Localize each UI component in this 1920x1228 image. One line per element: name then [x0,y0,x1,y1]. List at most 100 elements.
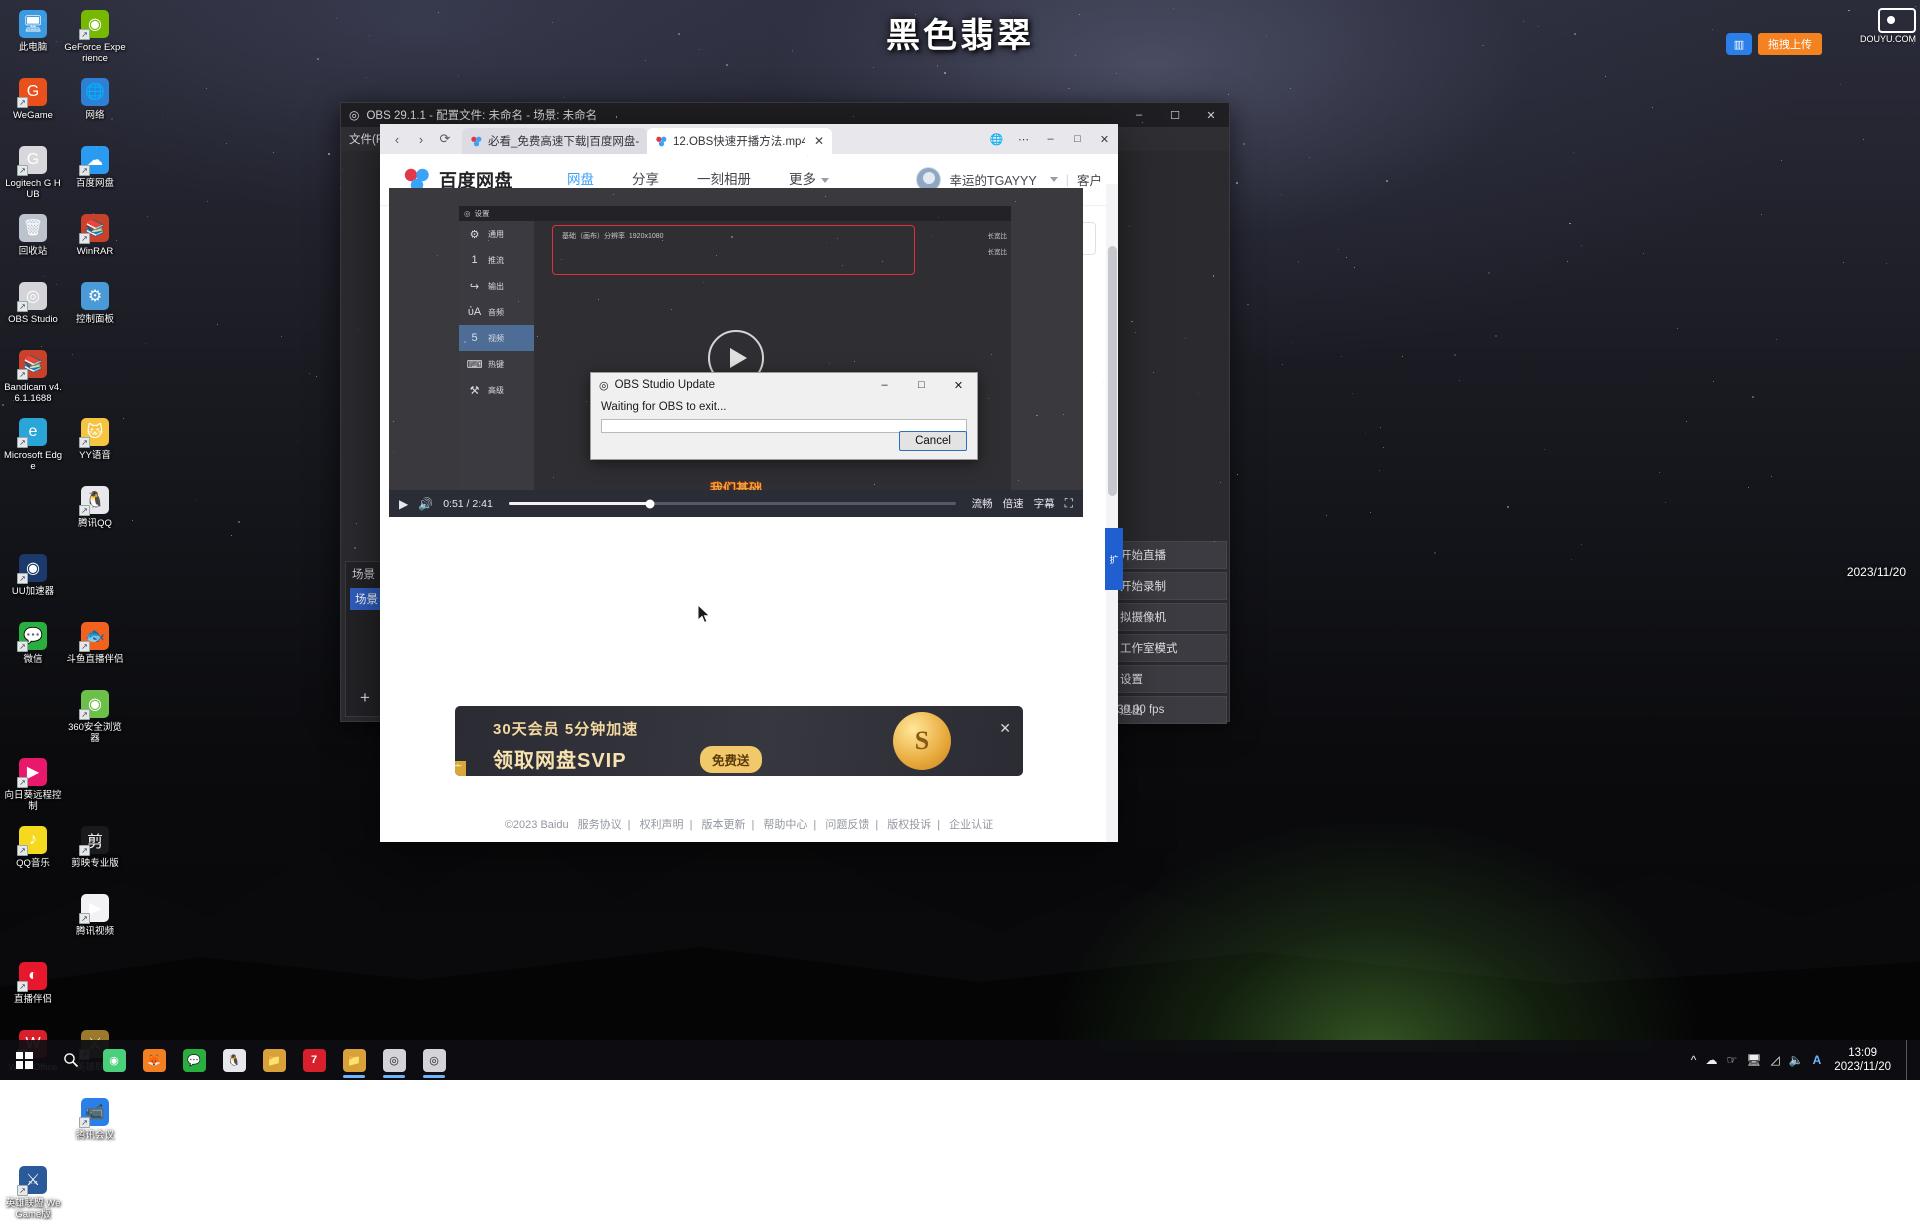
video-player[interactable]: ◎ 设置 ⚙通用὎1推流↪输出ὐA音频὚5视频⌨热键⚒高级 基础（画布）分辨率 … [389,188,1083,515]
footer-link-3[interactable]: 帮助中心 [763,819,807,831]
desktop-icon-tencent-qq-icon[interactable]: 🐧腾讯QQ [64,480,126,548]
obs-update-minimize-button[interactable]: – [866,373,903,397]
obs-update-window-controls[interactable]: – □ ✕ [866,373,977,397]
taskbar-folder-icon[interactable]: 📁 [254,1040,294,1080]
ad-close-icon[interactable]: ✕ [999,720,1011,737]
fullscreen-icon[interactable]: ⛶ [1065,496,1073,511]
desktop-icon-360-browser-icon[interactable]: ◉360安全浏览器 [64,684,126,752]
page-scrollbar[interactable] [1106,184,1118,842]
browser-tab-2-close-icon[interactable]: ✕ [814,134,824,148]
desktop-icon-tencent-video-icon[interactable]: ▶腾讯视频 [64,888,126,956]
play-icon[interactable]: ▶ [399,497,408,511]
footer-link-1[interactable]: 权利声明 [640,819,684,831]
ime-a-icon[interactable]: A [1813,1053,1822,1067]
obs-add-scene-button[interactable]: + [360,688,370,708]
video-progress-knob[interactable] [645,499,654,508]
screen-icon[interactable]: 🖥 [1746,1053,1761,1067]
globe-icon[interactable]: 🌐 [983,124,1010,154]
desktop-icon-bandicam-icon[interactable]: 📚Bandicam v4.6.1.1688 [2,344,64,412]
obs-button-0[interactable]: 开始直播 [1111,541,1227,569]
footer-link-6[interactable]: 企业认证 [949,819,993,831]
page-scrollbar-thumb[interactable] [1108,246,1117,496]
browser-nav-buttons[interactable]: ‹ › ⟳ [386,124,462,154]
desktop-icon-microsoft-edge-icon[interactable]: eMicrosoft Edge [2,412,64,480]
obs-controls-panel[interactable]: 开始直播开始录制拟摄像机工作室模式设置退出 [1109,541,1229,721]
video-player-controls[interactable]: ▶ 🔊 0:51 / 2:41 流畅 倍速 字幕 ⛶ [389,490,1083,517]
desktop-background[interactable]: 🖥此电脑◉GeForce ExperienceGWeGame🌐网络GLogite… [0,0,1920,1080]
taskbar-qq-icon[interactable]: 🐧 [214,1040,254,1080]
windows-start-icon[interactable] [0,1040,48,1080]
chevron-up-icon[interactable]: ^ [1691,1053,1697,1067]
video-subtitle-button[interactable]: 字幕 [1034,496,1055,511]
desktop-icon-lol-wegame-icon[interactable]: ⚔英雄联盟 WeGame版 [2,1160,64,1228]
browser-tab-1[interactable]: 必看_免费高速下载|百度网盘-分享 [462,128,647,154]
obs-update-maximize-button[interactable]: □ [903,373,940,397]
obs-update-cancel-button[interactable]: Cancel [899,431,967,451]
taskbar-chrome-icon[interactable]: ◉ [94,1040,134,1080]
baidu-svip-ad-banner[interactable]: 30天会员 5分钟加速 领取网盘SVIP 免费送 S ✕ 广 [455,706,1023,776]
desktop-icon-sunflower-remote-icon[interactable]: ▶向日葵远程控制 [2,752,64,820]
obs-update-dialog[interactable]: ◎ OBS Studio Update – □ ✕ Waiting for OB… [590,372,978,460]
search-icon[interactable] [48,1040,94,1080]
desktop-icon-wechat-icon[interactable]: 💬微信 [2,616,64,684]
reload-button[interactable]: ⟳ [434,127,456,151]
browser-maximize-button[interactable]: □ [1064,124,1091,154]
network-icon[interactable]: ◿ [1770,1053,1779,1067]
obs-side-tab[interactable]: 扩 [1105,528,1123,590]
desktop-icon-recycle-bin-icon[interactable]: 🗑回收站 [2,208,64,276]
footer-link-5[interactable]: 版权投诉 [887,819,931,831]
footer-link-0[interactable]: 服务协议 [578,819,622,831]
desktop-icon-yy-voice-icon[interactable]: 🐱YY语音 [64,412,126,480]
onedrive-icon[interactable]: ☁ [1705,1053,1717,1067]
baidu-service-link[interactable]: 客户 [1077,170,1102,189]
taskbar-file-explorer-icon[interactable]: 📁 [334,1040,374,1080]
volume-icon[interactable]: 🔈 [1789,1053,1804,1067]
taskbar-apps[interactable]: ◉🦊💬🐧📁7📁◎◎ [94,1040,454,1080]
obs-button-3[interactable]: 工作室模式 [1111,634,1227,662]
taskbar-firefox-icon[interactable]: 🦊 [134,1040,174,1080]
video-speed-button[interactable]: 倍速 [1003,496,1024,511]
taskbar-obs-icon[interactable]: ◎ [374,1040,414,1080]
obs-update-close-button[interactable]: ✕ [940,373,977,397]
footer-link-2[interactable]: 版本更新 [701,819,745,831]
back-button[interactable]: ‹ [386,127,408,151]
browser-minimize-button[interactable]: – [1037,124,1064,154]
obs-button-1[interactable]: 开始录制 [1111,572,1227,600]
usb-icon[interactable]: ☞ [1726,1053,1737,1067]
desktop-icon-douyu-companion-icon[interactable]: 🐟斗鱼直播伴侣 [64,616,126,684]
desktop-icon-uu-accelerator-icon[interactable]: ◉UU加速器 [2,548,64,616]
browser-close-button[interactable]: ✕ [1091,124,1118,154]
show-desktop-button[interactable] [1906,1040,1912,1080]
obs-update-titlebar[interactable]: ◎ OBS Studio Update – □ ✕ [591,373,977,397]
obs-close-button[interactable]: ✕ [1193,103,1229,127]
forward-button[interactable]: › [410,127,432,151]
obs-menu-file[interactable]: 文件(F [349,131,383,147]
browser-window-controls[interactable]: 🌐 ⋯ – □ ✕ [983,124,1118,154]
video-quality-button[interactable]: 流畅 [972,496,993,511]
desktop-icon-jianying-pro-icon[interactable]: 剪剪映专业版 [64,820,126,888]
ad-free-button[interactable]: 免费送 [700,746,762,773]
more-icon[interactable]: ⋯ [1010,124,1037,154]
desktop-icon-winrar-icon[interactable]: 📚WinRAR [64,208,126,276]
taskbar-obs-second-icon[interactable]: ◎ [414,1040,454,1080]
desktop-icon-live-companion-icon[interactable]: ◐直播伴侣 [2,956,64,1024]
browser-tab-2[interactable]: 12.OBS快速开播方法.mp4_免 ✕ [647,128,832,154]
baidu-username[interactable]: 幸运的TGAYYY [949,170,1036,189]
desktop-icon-qq-music-icon[interactable]: ♪QQ音乐 [2,820,64,888]
obs-maximize-button[interactable]: ☐ [1157,103,1193,127]
windows-taskbar[interactable]: ◉🦊💬🐧📁7📁◎◎ ^ ☁ ☞ 🖥 ◿ 🔈 A 13:09 2023/11/20 [0,1040,1920,1080]
browser-tabstrip[interactable]: ‹ › ⟳ 必看_免费高速下载|百度网盘-分享 12.OBS快速开播方法.mp4… [380,124,1118,154]
footer-link-4[interactable]: 问题反馈 [825,819,869,831]
obs-minimize-button[interactable]: – [1121,103,1157,127]
desktop-icon-control-panel-icon[interactable]: ⚙控制面板 [64,276,126,344]
douyu-drag-upload-label[interactable]: 拖拽上传 [1758,33,1822,55]
volume-icon[interactable]: 🔊 [418,497,433,511]
obs-window-controls[interactable]: – ☐ ✕ [1121,103,1229,127]
taskbar-tray[interactable]: ^ ☁ ☞ 🖥 ◿ 🔈 A 13:09 2023/11/20 [1691,1040,1920,1080]
obs-button-4[interactable]: 设置 [1111,665,1227,693]
taskbar-wechat-icon[interactable]: 💬 [174,1040,214,1080]
desktop-icon-tencent-meeting-icon[interactable]: 📹腾讯会议 [64,1092,126,1160]
taskbar-edge-icon[interactable]: 7 [294,1040,334,1080]
desktop-icon-logitech-ghub-icon[interactable]: GLogitech G HUB [2,140,64,208]
obs-button-2[interactable]: 拟摄像机 [1111,603,1227,631]
